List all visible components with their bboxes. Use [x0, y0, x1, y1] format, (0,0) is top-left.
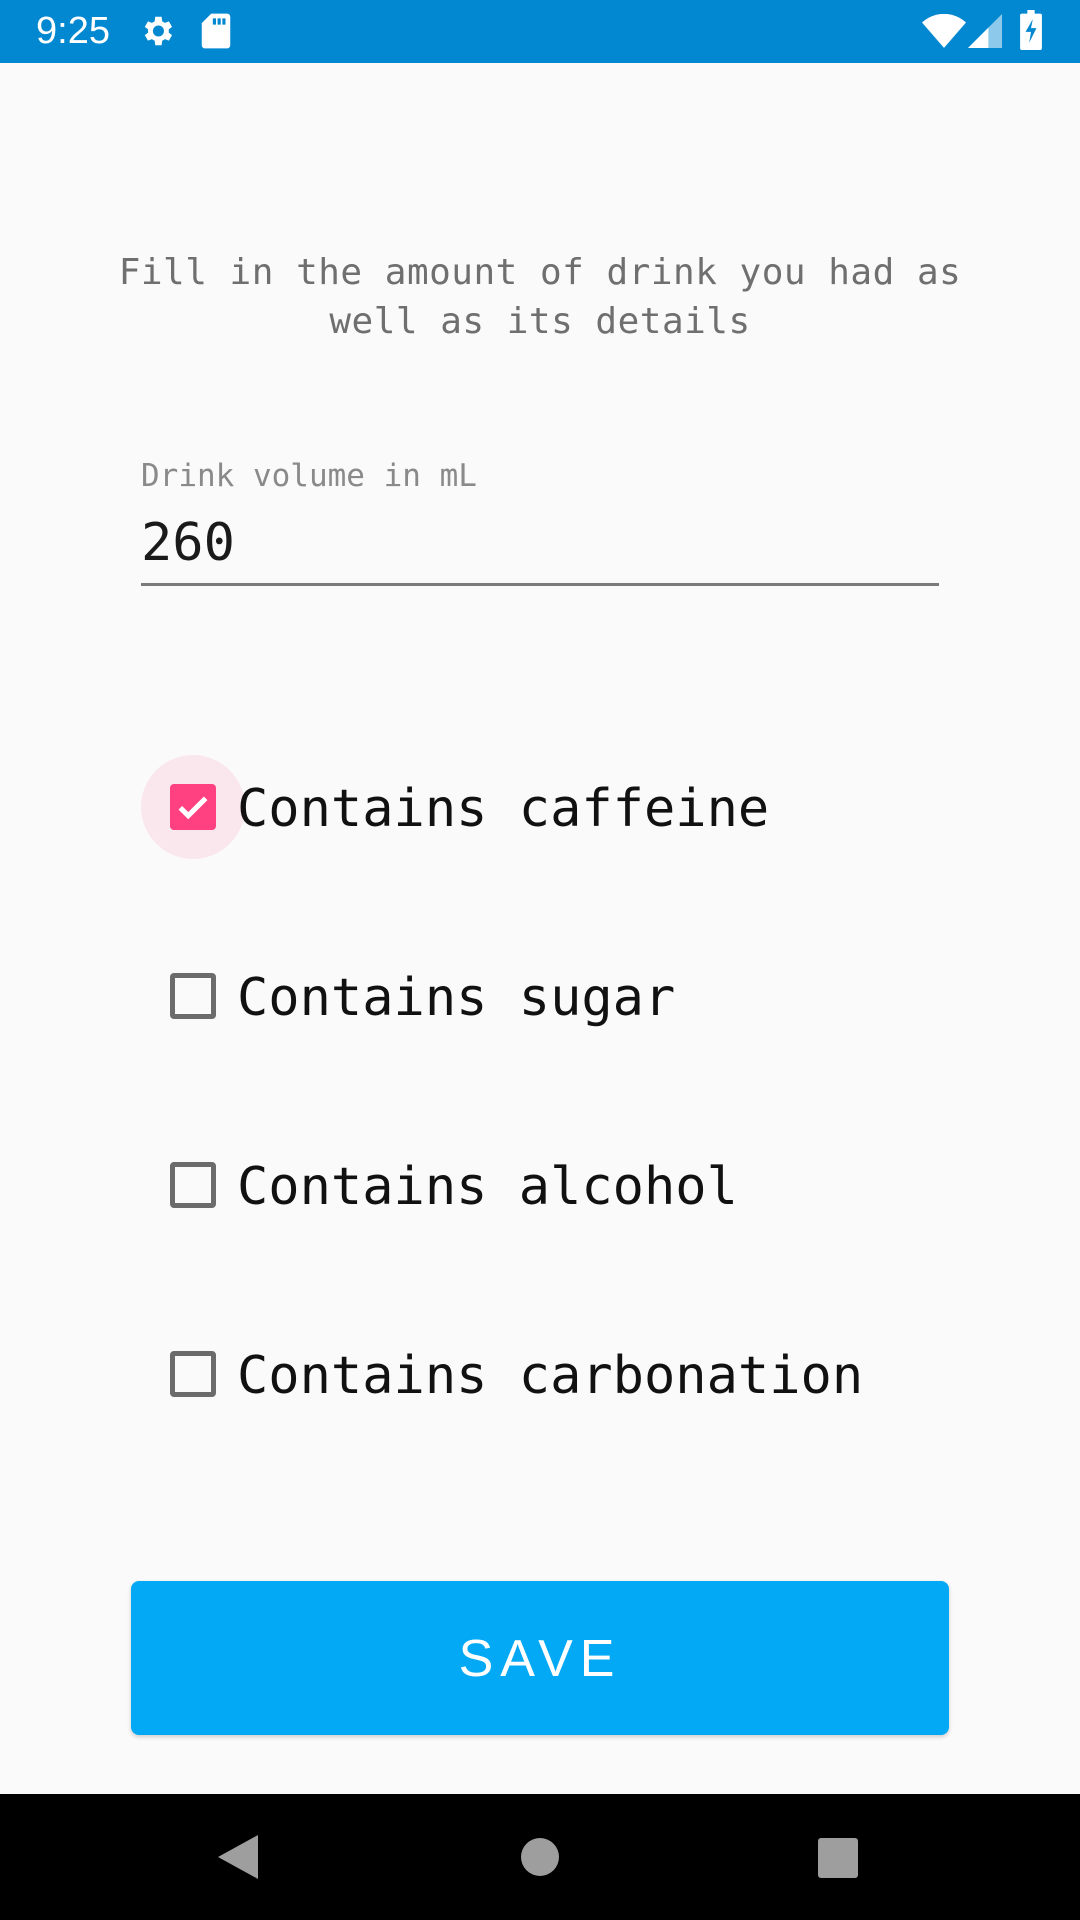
sugar-checkbox-row[interactable]: Contains sugar — [141, 944, 961, 1048]
drink-volume-label: Drink volume in mL — [141, 458, 477, 494]
alcohol-checkbox-label[interactable]: Contains alcohol — [237, 1157, 738, 1217]
checkmark-icon — [178, 796, 208, 820]
carbonation-checkbox-row[interactable]: Contains carbonation — [141, 1322, 961, 1426]
gear-icon — [138, 12, 176, 54]
status-time: 9:25 — [36, 10, 110, 52]
status-bar: 9:25 — [0, 0, 1080, 63]
drink-volume-field: Drink volume in mL — [141, 450, 939, 588]
drink-volume-input[interactable] — [141, 510, 939, 576]
instruction-text: Fill in the amount of drink you had as w… — [118, 252, 962, 342]
sd-card-icon — [200, 12, 232, 54]
caffeine-checkbox-row[interactable]: Contains caffeine — [141, 755, 961, 859]
alcohol-checkbox-row[interactable]: Contains alcohol — [141, 1133, 961, 1237]
save-button[interactable]: SAVE — [131, 1581, 949, 1735]
recents-icon[interactable] — [817, 1837, 859, 1883]
sugar-checkbox[interactable] — [170, 973, 216, 1019]
sugar-checkbox-label[interactable]: Contains sugar — [237, 968, 675, 1028]
wifi-icon — [922, 13, 966, 52]
caffeine-checkbox[interactable] — [170, 784, 216, 830]
caffeine-checkbox-label[interactable]: Contains caffeine — [237, 779, 769, 839]
alcohol-checkbox[interactable] — [170, 1162, 216, 1208]
cell-signal-icon — [968, 14, 1002, 52]
input-underline — [141, 583, 939, 586]
carbonation-checkbox-label[interactable]: Contains carbonation — [237, 1346, 863, 1406]
back-icon[interactable] — [216, 1833, 260, 1885]
carbonation-checkbox[interactable] — [170, 1351, 216, 1397]
home-icon[interactable] — [520, 1837, 560, 1881]
battery-charging-icon — [1020, 10, 1042, 54]
navigation-bar — [0, 1794, 1080, 1920]
